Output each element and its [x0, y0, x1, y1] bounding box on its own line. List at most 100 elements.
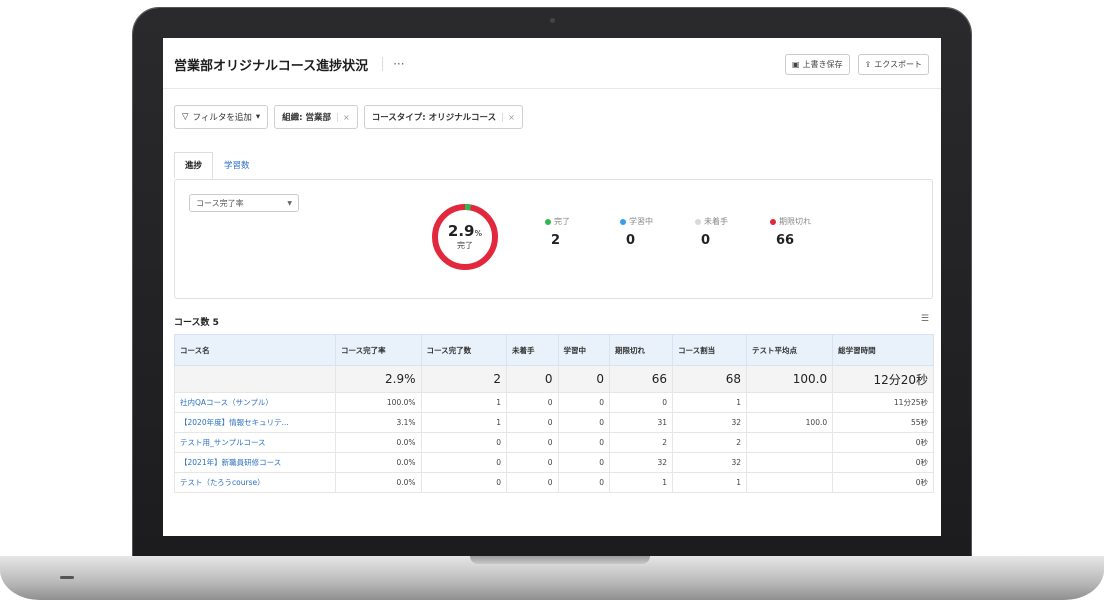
laptop-notch [470, 556, 650, 564]
table-cell: 1 [420, 392, 508, 413]
column-header[interactable]: 期限切れ [609, 334, 674, 366]
filter-chip-label: コースタイプ: オリジナルコース [371, 113, 497, 123]
table-cell: 0 [557, 452, 611, 473]
table-cell: 0 [557, 432, 611, 453]
table-cell: 100.0% [335, 392, 422, 413]
laptop-base [0, 556, 1104, 600]
filter-chip-course-type[interactable]: コースタイプ: オリジナルコース × [363, 105, 523, 129]
table-cell: 0 [420, 472, 508, 493]
legend-label: 期限切れ [779, 217, 811, 226]
course-name-link[interactable]: テスト用_サンプルコース [174, 432, 336, 453]
summary-cell: 12分20秒 [832, 365, 934, 393]
summary-row: 2.9% 2 0 0 66 68 100.0 12分20秒 [174, 365, 934, 393]
summary-cell: 68 [672, 365, 748, 393]
remove-filter-icon[interactable]: × [337, 112, 350, 122]
table-cell: 32 [609, 452, 674, 473]
course-name-link[interactable]: 【2020年度】情報セキュリテ... [174, 412, 336, 433]
table-cell: 2 [672, 432, 748, 453]
table-row: テスト用_サンプルコース 0.0% 0 0 0 2 2 0秒 [174, 432, 934, 453]
summary-cell: 100.0 [746, 365, 834, 393]
page-title: 営業部オリジナルコース進捗状況 [174, 58, 369, 74]
tab-learning-count[interactable]: 学習数 [213, 152, 261, 179]
table-cell: 31 [609, 412, 674, 433]
save-button-label: 上書き保存 [802, 59, 843, 69]
completion-sub-label: 完了 [457, 241, 473, 250]
camera-icon [550, 18, 555, 23]
export-button[interactable]: ⇪ エクスポート [857, 53, 929, 75]
table-cell: 0秒 [832, 452, 934, 473]
course-name-link[interactable]: 【2021年】新職員研修コース [174, 452, 336, 473]
table-cell: 3.1% [335, 412, 422, 433]
column-header[interactable]: コース割当 [672, 334, 748, 366]
table-cell: 0.0% [335, 472, 422, 493]
table-row: 社内QAコース（サンプル） 100.0% 1 0 0 0 1 11分25秒 [174, 392, 934, 413]
filter-bar: ▽ フィルタを追加 ▾ 組織: 営業部 × コースタイプ: オリジナルコース × [174, 105, 523, 129]
tab-progress[interactable]: 進捗 [174, 152, 214, 179]
column-header[interactable]: 未着手 [506, 334, 559, 366]
header-divider [163, 88, 941, 89]
column-header[interactable]: 学習中 [557, 334, 611, 366]
summary-cell: 66 [609, 365, 674, 393]
legend-label: 学習中 [629, 217, 653, 226]
table-cell: 100.0 [746, 412, 834, 433]
page-header: 営業部オリジナルコース進捗状況 ··· ▣ 上書き保存 ⇪ エクスポート [174, 48, 929, 80]
table-cell [746, 472, 834, 493]
table-cell: 0 [420, 432, 508, 453]
table-cell: 2 [609, 432, 674, 453]
course-name-link[interactable]: 社内QAコース（サンプル） [174, 392, 336, 413]
table-cell: 0 [506, 472, 559, 493]
table-cell: 0 [506, 412, 559, 433]
table-cell: 32 [672, 412, 748, 433]
legend-label: 未着手 [704, 217, 728, 226]
legend-completed: 完了 2 [545, 216, 620, 248]
column-header[interactable]: コース完了数 [420, 334, 508, 366]
remove-filter-icon[interactable]: × [502, 112, 515, 122]
table-cell [746, 392, 834, 413]
column-header[interactable]: コース名 [174, 334, 336, 366]
table-cell: 0 [557, 392, 611, 413]
table-header-row: コース名 コース完了率 コース完了数 未着手 学習中 期限切れ コース割当 テス… [174, 334, 934, 366]
tab-bar: 進捗 学習数 [174, 152, 261, 179]
status-legend: 完了 2 学習中 0 未着手 0 期限切れ 66 [545, 216, 845, 248]
add-filter-label: フィルタを追加 [192, 113, 252, 123]
progress-panel: コース完了率 ▼ 2.9% 完了 完了 2 学習中 0 未着手 0 期限切れ 6… [174, 179, 933, 299]
completion-percent-unit: % [474, 229, 483, 238]
legend-dot-icon [620, 218, 626, 225]
course-table: コース名 コース完了率 コース完了数 未着手 学習中 期限切れ コース割当 テス… [174, 334, 934, 493]
column-header[interactable]: 総学習時間 [832, 334, 934, 366]
legend-value: 2 [551, 233, 561, 248]
table-row: テスト（たろうcourse） 0.0% 0 0 0 1 1 0秒 [174, 472, 934, 493]
course-name-link[interactable]: テスト（たろうcourse） [174, 472, 336, 493]
table-cell: 1 [420, 412, 508, 433]
metric-select[interactable]: コース完了率 ▼ [189, 194, 299, 212]
table-cell [746, 452, 834, 473]
legend-dot-icon [695, 218, 701, 225]
table-cell: 32 [672, 452, 748, 473]
summary-cell: 0 [557, 365, 611, 393]
power-light-icon [60, 576, 74, 579]
donut-label: 2.9% 完了 [430, 222, 500, 251]
column-header[interactable]: コース完了率 [335, 334, 422, 366]
app-screen: 営業部オリジナルコース進捗状況 ··· ▣ 上書き保存 ⇪ エクスポート ▽ フ… [163, 38, 941, 536]
column-settings-icon[interactable]: ☰ [921, 314, 929, 324]
completion-percent: 2.9 [447, 222, 475, 240]
filter-chip-organization[interactable]: 組織: 営業部 × [274, 105, 358, 129]
save-icon: ▣ [791, 59, 800, 69]
table-cell: 1 [672, 392, 748, 413]
save-button[interactable]: ▣ 上書き保存 [784, 53, 850, 75]
legend-in-progress: 学習中 0 [620, 216, 695, 248]
metric-select-value: コース完了率 [196, 198, 244, 208]
summary-cell: 2 [420, 365, 508, 393]
add-filter-button[interactable]: ▽ フィルタを追加 ▾ [174, 105, 269, 129]
table-cell: 0.0% [335, 432, 422, 453]
column-header[interactable]: テスト平均点 [746, 334, 834, 366]
legend-label: 完了 [554, 217, 570, 226]
more-options-button[interactable]: ··· [382, 57, 405, 71]
summary-cell: 0 [506, 365, 559, 393]
table-cell: 1 [609, 472, 674, 493]
filter-icon: ▽ [182, 112, 189, 122]
legend-value: 0 [626, 233, 636, 248]
laptop-lid: 営業部オリジナルコース進捗状況 ··· ▣ 上書き保存 ⇪ エクスポート ▽ フ… [133, 8, 971, 560]
table-cell: 0 [506, 452, 559, 473]
legend-not-started: 未着手 0 [695, 216, 770, 248]
